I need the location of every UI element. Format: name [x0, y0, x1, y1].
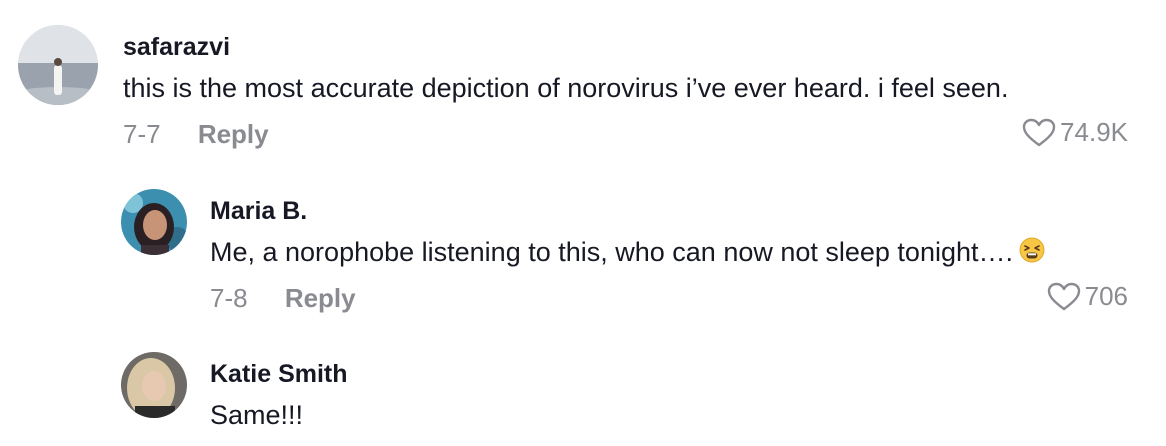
username[interactable]: safarazvi: [123, 33, 230, 62]
comment-text-content: Me, a norophobe listening to this, who c…: [210, 237, 1013, 267]
comment-text: Same!!!: [210, 400, 304, 430]
comment-meta: 7-7 Reply: [123, 119, 269, 150]
comment-date: 7-8: [210, 283, 248, 313]
comment-meta: 7-8 Reply: [210, 283, 356, 314]
username[interactable]: Katie Smith: [210, 360, 348, 389]
comment-text: Me, a norophobe listening to this, who c…: [210, 237, 1045, 268]
heart-icon: [1047, 282, 1080, 310]
tired-face-emoji-icon: [1019, 237, 1045, 263]
comment-text: this is the most accurate depiction of n…: [123, 73, 1009, 103]
avatar-image: [121, 352, 187, 418]
comment-date: 7-7: [123, 119, 161, 149]
avatar[interactable]: [121, 189, 187, 255]
reply-button[interactable]: Reply: [285, 283, 356, 314]
avatar-image: [18, 25, 98, 105]
like-button[interactable]: 74.9K: [1022, 117, 1128, 148]
avatar-image: [121, 189, 187, 255]
like-count: 706: [1084, 281, 1128, 311]
username[interactable]: Maria B.: [210, 197, 307, 226]
avatar[interactable]: [121, 352, 187, 418]
reply-button[interactable]: Reply: [198, 119, 269, 150]
like-button[interactable]: 706: [1047, 281, 1128, 312]
avatar[interactable]: [18, 25, 98, 105]
heart-icon: [1022, 118, 1056, 146]
like-count: 74.9K: [1060, 117, 1128, 147]
